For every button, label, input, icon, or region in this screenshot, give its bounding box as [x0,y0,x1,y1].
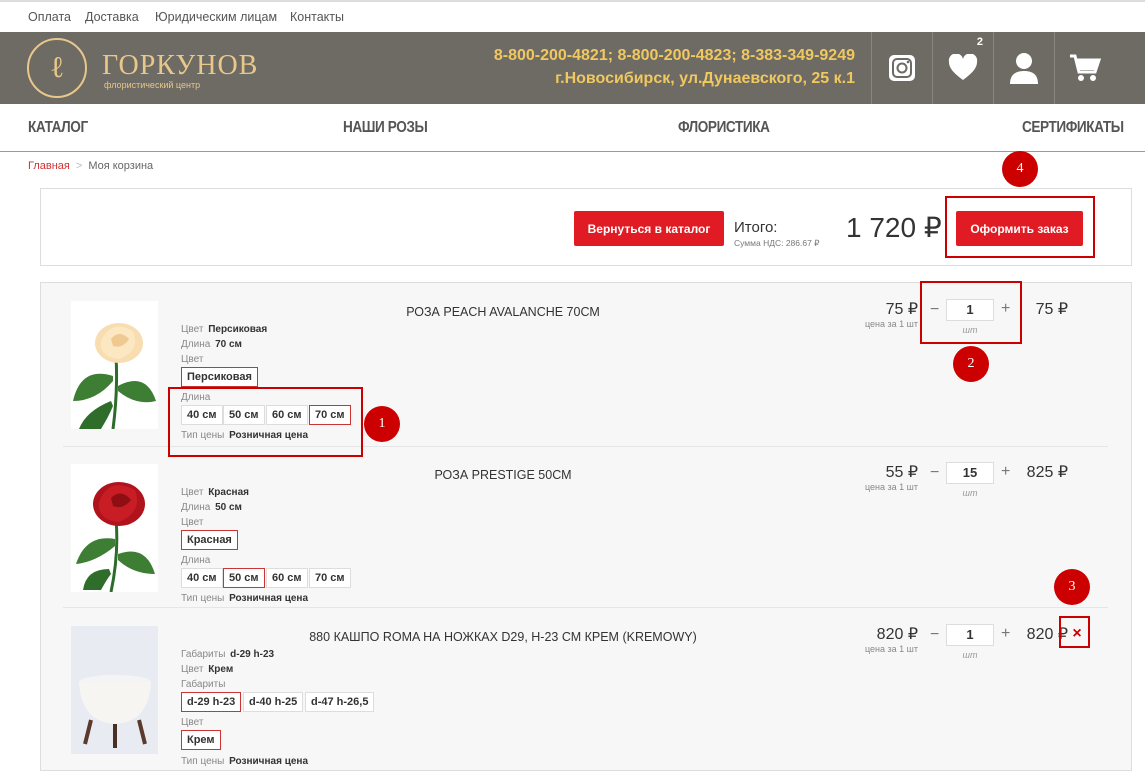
main-nav: КАТАЛОГ НАШИ РОЗЫ ФЛОРИСТИКА СЕРТИФИКАТЫ [0,104,1145,152]
instagram-button[interactable] [871,32,932,104]
qty-unit: шт [962,488,978,498]
link-legal[interactable]: Юридическим лицам [155,10,277,24]
prop-length: Длина 50 см [181,502,242,513]
nav-catalog[interactable]: КАТАЛОГ [28,119,88,137]
instagram-icon [889,55,915,81]
flowerpot-image [71,626,158,754]
unit-price-note: цена за 1 шт [864,644,918,654]
link-delivery[interactable]: Доставка [85,10,139,24]
item-total: 825 ₽ [1026,464,1068,481]
length-option-40[interactable]: 40 см [181,568,223,588]
length-option-60[interactable]: 60 см [266,568,308,588]
heart-icon [948,54,978,80]
annotation-badge-2: 2 [953,346,989,382]
item-total: 75 ₽ [1035,301,1068,318]
breadcrumb-current: Моя корзина [88,160,154,172]
qty-input[interactable]: 1 [946,624,994,646]
favorites-button[interactable]: 2 [932,32,993,104]
length-option-label: Длина [181,555,211,566]
link-payment[interactable]: Оплата [28,10,71,24]
dimension-option-d40[interactable]: d-40 h-25 [243,692,304,712]
logo-icon[interactable]: ℓ [27,38,87,98]
red-rose-image [71,464,158,592]
qty-decrease-button[interactable]: − [930,626,939,644]
link-contacts[interactable]: Контакты [290,10,344,24]
unit-price-note: цена за 1 шт [864,482,918,492]
back-to-catalog-button[interactable]: Вернуться в каталог [574,211,724,246]
nav-floristics[interactable]: ФЛОРИСТИКА [678,119,770,137]
vat-amount: Сумма НДС: 286.67 ₽ [734,238,820,248]
dimension-option-d29[interactable]: d-29 h-23 [181,692,242,712]
item-name[interactable]: 880 КАШПО ROMA НА НОЖКАХ D29, H-23 СМ КР… [203,630,803,644]
brand-name[interactable]: ГОРКУНОВ [102,50,258,82]
annotation-badge-4: 4 [1002,151,1038,187]
price-type: Тип цены Розничная цена [181,756,309,767]
color-option-label: Цвет [181,517,204,528]
annotation-box-1 [168,387,363,457]
color-option-label: Цвет [181,717,204,728]
store-address: г.Новосибирск, ул.Дунаевского, 25 к.1 [555,70,855,87]
qty-input[interactable]: 15 [946,462,994,484]
unit-price: 55 ₽ [885,464,918,481]
breadcrumb: Главная > Моя корзина [28,160,153,172]
phone-numbers[interactable]: 8-800-200-4821; 8-800-200-4823; 8-383-34… [435,47,855,65]
unit-price-note: цена за 1 шт [864,319,918,329]
color-option-cream[interactable]: Крем [181,730,221,750]
peach-rose-image [71,301,158,429]
qty-increase-button[interactable]: + [1001,625,1010,643]
prop-length: Длина 70 см [181,339,242,350]
color-option-label: Цвет [181,354,204,365]
annotation-badge-3: 3 [1054,569,1090,605]
cart-icon [1070,54,1101,81]
dimension-option-label: Габариты [181,679,226,690]
length-option-50[interactable]: 50 см [223,568,265,588]
prop-dimensions: Габариты d-29 h-23 [181,649,275,660]
qty-increase-button[interactable]: + [1001,463,1010,481]
cart-button[interactable] [1054,32,1115,104]
breadcrumb-home[interactable]: Главная [28,160,70,172]
annotation-box-2 [920,281,1022,344]
unit-price: 75 ₽ [885,301,918,318]
qty-decrease-button[interactable]: − [930,464,939,482]
total-label: Итого: [734,219,778,236]
prop-color: Цвет Красная [181,487,249,498]
item-divider [63,607,1108,608]
nav-certificates[interactable]: СЕРТИФИКАТЫ [1022,119,1124,137]
prop-color: Цвет Крем [181,664,234,675]
product-image-flowerpot[interactable] [71,626,158,754]
site-header: ℓ ГОРКУНОВ флористический центр 8-800-20… [0,32,1145,104]
product-image-red-rose[interactable] [71,464,158,592]
prop-color: Цвет Персиковая [181,324,268,335]
item-name[interactable]: РОЗА PEACH AVALANCHE 70СМ [203,305,803,319]
cart-item: 880 КАШПО ROMA НА НОЖКАХ D29, H-23 СМ КР… [63,624,1108,767]
brand-subtitle: флористический центр [104,80,201,90]
dimension-option-d47[interactable]: d-47 h-26,5 [305,692,375,712]
price-type: Тип цены Розничная цена [181,593,309,604]
item-name[interactable]: РОЗА PRESTIGE 50СМ [203,468,803,482]
user-icon [1010,53,1038,84]
color-option-peach[interactable]: Персиковая [181,367,258,387]
qty-unit: шт [962,650,978,660]
nav-our-roses[interactable]: НАШИ РОЗЫ [343,119,428,137]
color-option-red[interactable]: Красная [181,530,238,550]
breadcrumb-separator: > [75,160,83,172]
product-image-peach-rose[interactable] [71,301,158,429]
account-button[interactable] [993,32,1054,104]
annotation-box-3 [1059,616,1090,648]
unit-price: 820 ₽ [876,626,918,643]
length-option-70[interactable]: 70 см [309,568,351,588]
total-sum: 1 720 ₽ [846,212,942,243]
top-links-bar: Оплата Доставка Юридическим лицам Контак… [0,0,1145,32]
annotation-badge-1: 1 [364,406,400,442]
cart-item: РОЗА PRESTIGE 50СМ Цвет Красная Длина 50… [63,462,1108,608]
favorites-count-badge: 2 [976,36,983,48]
annotation-box-4 [945,196,1095,258]
